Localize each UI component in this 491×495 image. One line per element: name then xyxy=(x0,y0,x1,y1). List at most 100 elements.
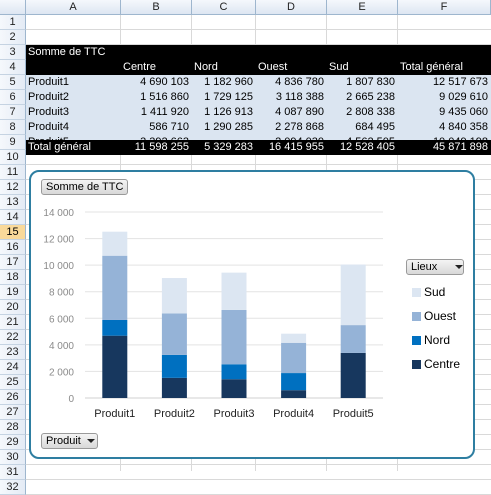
grid-row xyxy=(26,30,491,45)
row-header-3[interactable]: 3 xyxy=(0,45,26,60)
row-header-14[interactable]: 14 xyxy=(0,210,26,225)
pivot-column-header[interactable]: Total général xyxy=(398,60,491,74)
bar-segment-sud xyxy=(161,278,187,314)
row-header-17[interactable]: 17 xyxy=(0,255,26,270)
pivot-value-cell[interactable]: 2 278 868 xyxy=(256,120,327,134)
column-header-D[interactable]: D xyxy=(256,0,327,15)
row-header-27[interactable]: 27 xyxy=(0,405,26,420)
column-header-C[interactable]: C xyxy=(192,0,256,15)
row-header-7[interactable]: 7 xyxy=(0,105,26,120)
row-header-1[interactable]: 1 xyxy=(0,15,26,30)
pivot-column-header[interactable]: Sud xyxy=(327,60,398,74)
pivot-value-cell[interactable]: 4 836 780 xyxy=(256,75,327,89)
grid-row xyxy=(26,465,491,480)
legend-label-centre[interactable]: Centre xyxy=(424,357,460,371)
row-header-26[interactable]: 26 xyxy=(0,390,26,405)
row-header-28[interactable]: 28 xyxy=(0,420,26,435)
pivot-value-cell[interactable]: 9 435 060 xyxy=(398,105,491,119)
row-header-11[interactable]: 11 xyxy=(0,165,26,180)
row-header-2[interactable]: 2 xyxy=(0,30,26,45)
legend-field-button[interactable]: Lieux xyxy=(406,259,464,275)
pivot-value-cell[interactable]: 9 029 610 xyxy=(398,90,491,104)
pivot-value-cell[interactable]: 1 411 920 xyxy=(121,105,192,119)
row-header-32[interactable]: 32 xyxy=(0,480,26,495)
pivot-value-cell[interactable]: 4 087 890 xyxy=(256,105,327,119)
row-header-5[interactable]: 5 xyxy=(0,75,26,90)
pivot-value-cell[interactable]: 1 729 125 xyxy=(192,90,256,104)
pivot-row-label[interactable]: Produit2 xyxy=(26,90,121,104)
bar-segment-sud xyxy=(281,333,307,343)
pivot-value-cell[interactable]: 3 118 388 xyxy=(256,90,327,104)
pivot-total-row: Total général 11 598 255 5 329 283 16 415 9… xyxy=(26,140,491,155)
row-header-24[interactable]: 24 xyxy=(0,360,26,375)
pivot-value-cell[interactable]: 4 690 103 xyxy=(121,75,192,89)
pivot-total-cell[interactable]: 16 415 955 xyxy=(256,140,327,154)
pivot-column-header[interactable]: Ouest xyxy=(256,60,327,74)
pivot-row-label[interactable]: Produit1 xyxy=(26,75,121,89)
row-header-19[interactable]: 19 xyxy=(0,285,26,300)
pivot-title-row: Somme de TTC xyxy=(26,45,491,60)
bar-segment-nord xyxy=(281,373,307,391)
legend-label-sud[interactable]: Sud xyxy=(424,285,445,299)
pivot-value-cell[interactable]: 4 840 358 xyxy=(398,120,491,134)
y-tick-label: 6 000 xyxy=(49,314,74,325)
row-header-31[interactable]: 31 xyxy=(0,465,26,480)
pivot-total-label[interactable]: Total général xyxy=(26,140,121,154)
bar-segment-ouest xyxy=(161,313,187,355)
pivot-value-cell[interactable]: 1 807 830 xyxy=(327,75,398,89)
pivot-value-cell[interactable]: 1 126 913 xyxy=(192,105,256,119)
row-header-30[interactable]: 30 xyxy=(0,450,26,465)
legend-swatch xyxy=(412,336,421,345)
row-header-15[interactable]: 15 xyxy=(0,225,26,240)
pivot-column-header[interactable]: Nord xyxy=(192,60,256,74)
row-header-10[interactable]: 10 xyxy=(0,150,26,165)
legend-swatch xyxy=(412,312,421,321)
pivot-row-label[interactable]: Produit4 xyxy=(26,120,121,134)
pivot-value-cell[interactable]: 1 182 960 xyxy=(192,75,256,89)
column-header-B[interactable]: B xyxy=(121,0,192,15)
pivot-total-cell[interactable]: 12 528 405 xyxy=(327,140,398,154)
row-header-25[interactable]: 25 xyxy=(0,375,26,390)
row-header-8[interactable]: 8 xyxy=(0,120,26,135)
select-all-corner[interactable] xyxy=(0,0,26,15)
pivot-total-cell[interactable]: 5 329 283 xyxy=(192,140,256,154)
pivot-total-cell[interactable]: 11 598 255 xyxy=(121,140,192,154)
row-header-16[interactable]: 16 xyxy=(0,240,26,255)
pivot-value-cell[interactable]: 2 808 338 xyxy=(327,105,398,119)
row-header-18[interactable]: 18 xyxy=(0,270,26,285)
pivot-column-header[interactable]: Centre xyxy=(121,60,192,74)
row-header-6[interactable]: 6 xyxy=(0,90,26,105)
row-header-13[interactable]: 13 xyxy=(0,195,26,210)
bar-segment-centre xyxy=(221,379,247,398)
row-header-12[interactable]: 12 xyxy=(0,180,26,195)
column-header-A[interactable]: A xyxy=(26,0,121,15)
pivot-value-cell[interactable]: 1 290 285 xyxy=(192,120,256,134)
pivot-value-cell[interactable]: 586 710 xyxy=(121,120,192,134)
bar-segment-centre xyxy=(340,352,366,398)
bar-segment-nord xyxy=(221,364,247,380)
pivot-chart[interactable]: Somme de TTC 02 000 4 000 6 000 8 000 10 000… xyxy=(29,170,475,459)
legend-field-label: Lieux xyxy=(411,261,438,273)
axis-field-button[interactable]: Produit xyxy=(41,433,98,449)
pivot-title[interactable]: Somme de TTC xyxy=(26,45,122,59)
legend-label-nord[interactable]: Nord xyxy=(424,333,450,347)
bar-segment-nord xyxy=(102,319,128,336)
column-header-E[interactable]: E xyxy=(327,0,398,15)
pivot-value-cell[interactable]: 2 665 238 xyxy=(327,90,398,104)
pivot-value-cell[interactable]: 684 495 xyxy=(327,120,398,134)
row-header-22[interactable]: 22 xyxy=(0,330,26,345)
pivot-total-cell[interactable]: 45 871 898 xyxy=(398,140,491,154)
row-header-4[interactable]: 4 xyxy=(0,60,26,75)
chart-plot-area: 0 2 000 4 000 6 000 8 000 10 000 12 000 14 000 P… xyxy=(43,208,383,420)
pivot-row-label[interactable]: Produit3 xyxy=(26,105,121,119)
pivot-value-cell[interactable]: 12 517 673 xyxy=(398,75,491,89)
row-header-9[interactable]: 9 xyxy=(0,135,26,150)
pivot-value-cell[interactable]: 1 516 860 xyxy=(121,90,192,104)
legend-label-ouest[interactable]: Ouest xyxy=(424,309,456,323)
row-header-23[interactable]: 23 xyxy=(0,345,26,360)
dropdown-arrow-icon xyxy=(86,439,95,444)
column-header-F[interactable]: F xyxy=(398,0,491,15)
row-header-21[interactable]: 21 xyxy=(0,315,26,330)
row-header-29[interactable]: 29 xyxy=(0,435,26,450)
row-header-20[interactable]: 20 xyxy=(0,300,26,315)
